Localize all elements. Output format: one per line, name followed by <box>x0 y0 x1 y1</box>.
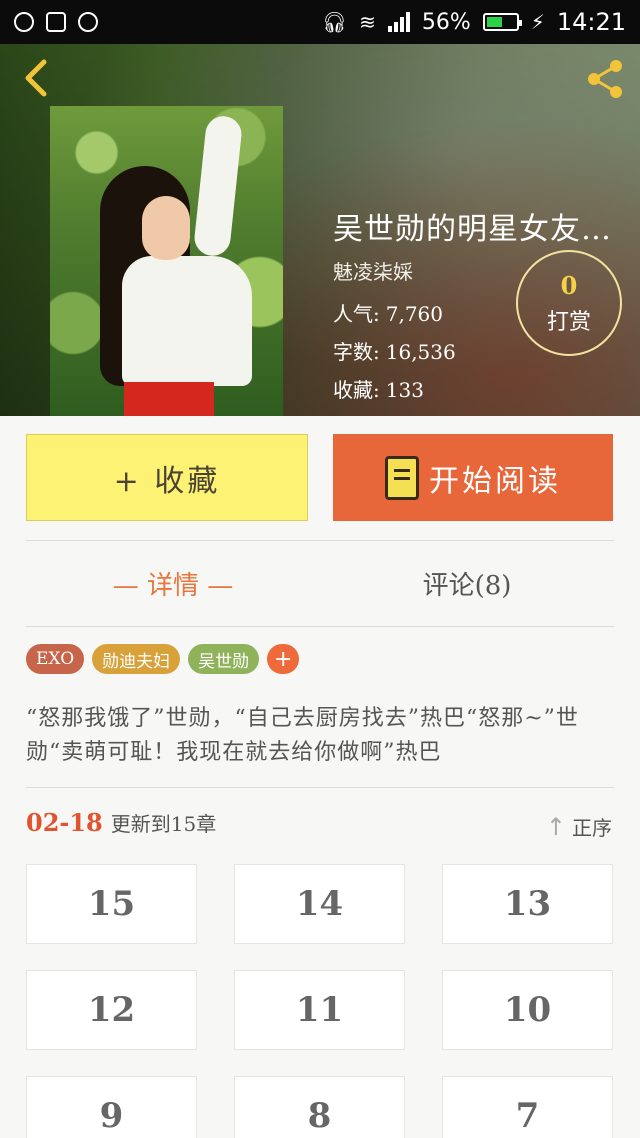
chapter-button[interactable]: 12 <box>26 970 197 1050</box>
divider <box>26 787 614 788</box>
update-text: 更新到15章 <box>110 812 217 836</box>
share-icon <box>588 60 622 98</box>
book-title: 吴世勋的明星女友… <box>333 212 612 247</box>
book-author[interactable]: 魅凌柒婇 <box>333 256 413 285</box>
reward-button[interactable]: 0 打赏 <box>516 250 622 356</box>
chapter-button[interactable]: 9 <box>26 1076 197 1138</box>
word-count-stat: 字数: 16,536 <box>333 340 456 364</box>
chevron-left-icon <box>25 59 47 97</box>
reward-label: 打赏 <box>546 309 591 335</box>
notification-icons <box>14 12 98 32</box>
share-button[interactable] <box>582 56 628 102</box>
status-bar: 🎧︎ ≋ 56% ⚡︎ 14:21 <box>0 0 640 44</box>
popularity-stat: 人气: 7,760 <box>333 302 444 326</box>
reward-count: 0 <box>560 270 578 300</box>
chapter-button[interactable]: 11 <box>234 970 405 1050</box>
tag-item[interactable]: 勋迪夫妇 <box>92 644 181 674</box>
headphones-icon: 🎧︎ <box>321 10 348 34</box>
start-reading-label: 开始阅读 <box>429 463 561 499</box>
divider <box>26 540 614 541</box>
update-date: 02-18 <box>26 808 103 837</box>
book-icon <box>385 455 419 500</box>
favorites-stat: 收藏: 133 <box>333 378 424 402</box>
add-to-favorites-button[interactable]: + 收藏 <box>26 434 308 521</box>
book-cover <box>50 106 283 416</box>
start-reading-button[interactable]: 开始阅读 <box>333 434 613 521</box>
system-icons: 🎧︎ ≋ 56% ⚡︎ 14:21 <box>322 8 626 36</box>
back-button[interactable] <box>18 58 54 98</box>
tab-detail[interactable]: — 详情 — <box>26 560 320 606</box>
arrow-up-icon: ↑ <box>545 812 566 841</box>
battery-icon <box>482 13 522 31</box>
tag-item[interactable]: EXO <box>26 644 85 674</box>
book-header: 吴世勋的明星女友… 魅凌柒婇 人气: 7,760 字数: 16,536 收藏: 133… <box>0 44 640 416</box>
chapter-button[interactable]: 8 <box>234 1076 405 1138</box>
chat-icon <box>14 12 34 32</box>
tag-item[interactable]: 吴世勋 <box>188 644 260 674</box>
chapter-button[interactable]: 10 <box>442 970 613 1050</box>
image-icon <box>46 12 66 32</box>
chapter-button[interactable]: 7 <box>442 1076 613 1138</box>
tag-list: EXO 勋迪夫妇 吴世勋 + <box>26 644 300 674</box>
charging-icon: ⚡︎ <box>530 10 545 34</box>
sort-order-button[interactable]: ↑ 正序 <box>546 812 612 841</box>
chapter-button[interactable]: 15 <box>26 864 197 944</box>
wifi-icon: ≋ <box>359 10 376 34</box>
add-tag-button[interactable]: + <box>267 644 300 674</box>
music-icon <box>78 12 98 32</box>
sort-order-label: 正序 <box>572 816 612 840</box>
divider <box>26 626 614 627</box>
tab-comments[interactable]: 评论(8) <box>320 560 614 606</box>
battery-percent: 56% <box>421 9 471 35</box>
update-info: 02-18 更新到15章 <box>26 808 216 837</box>
chapter-button[interactable]: 14 <box>234 864 405 944</box>
chapter-button[interactable]: 13 <box>442 864 613 944</box>
clock: 14:21 <box>556 8 626 36</box>
signal-icon <box>387 12 410 32</box>
book-description[interactable]: “怒那我饿了”世勋，“自己去厨房找去”热巴“怒那~”世勋“卖萌可耻！我现在就去给… <box>26 702 614 770</box>
